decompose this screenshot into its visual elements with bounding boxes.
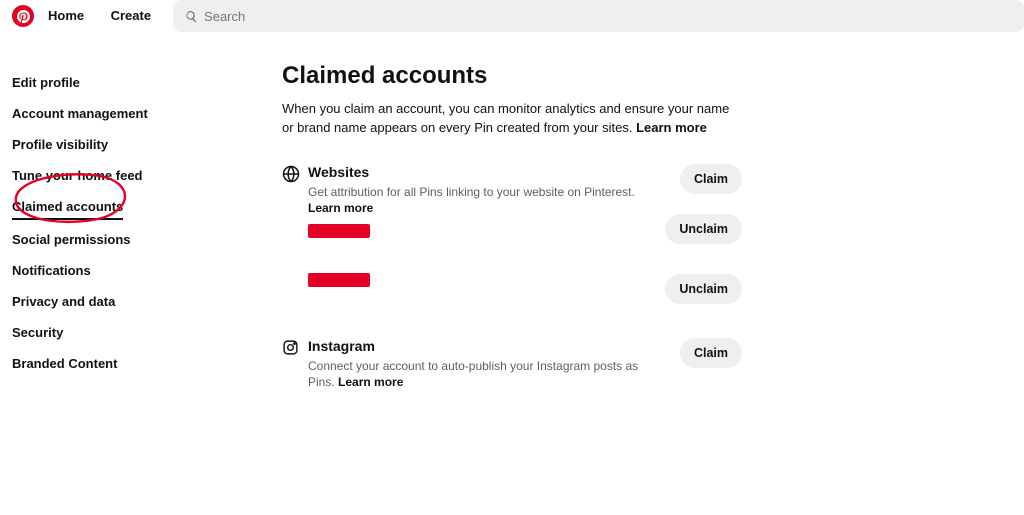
instagram-learn-more-link[interactable]: Learn more — [338, 375, 403, 389]
websites-text: Get attribution for all Pins linking to … — [308, 184, 652, 218]
page-description: When you claim an account, you can monit… — [282, 100, 742, 138]
section-instagram: Instagram Connect your account to auto-p… — [282, 338, 742, 392]
pinterest-logo-icon[interactable] — [12, 5, 34, 27]
section-websites: Websites Get attribution for all Pins li… — [282, 164, 742, 304]
sidebar-item-edit-profile[interactable]: Edit profile — [12, 67, 80, 98]
globe-icon — [282, 164, 308, 304]
sidebar-item-privacy-data[interactable]: Privacy and data — [12, 286, 115, 317]
sidebar-item-branded-content[interactable]: Branded Content — [12, 348, 117, 379]
learn-more-link[interactable]: Learn more — [636, 120, 707, 135]
sidebar-item-account-management[interactable]: Account management — [12, 98, 148, 129]
sidebar-item-tune-home-feed[interactable]: Tune your home feed — [12, 160, 143, 191]
redacted-text — [308, 227, 370, 235]
websites-title: Websites — [308, 164, 652, 180]
unclaim-button[interactable]: Unclaim — [665, 274, 742, 304]
sidebar-item-social-permissions[interactable]: Social permissions — [12, 224, 131, 255]
claim-button[interactable]: Claim — [680, 164, 742, 194]
settings-sidebar: Edit profile Account management Profile … — [12, 62, 282, 425]
sidebar-item-profile-visibility[interactable]: Profile visibility — [12, 129, 108, 160]
claim-button[interactable]: Claim — [680, 338, 742, 368]
sidebar-item-security[interactable]: Security — [12, 317, 63, 348]
search-icon — [185, 10, 198, 23]
websites-learn-more-link[interactable]: Learn more — [308, 201, 373, 215]
instagram-title: Instagram — [308, 338, 652, 354]
instagram-text: Connect your account to auto-publish you… — [308, 358, 652, 392]
sidebar-item-claimed-accounts[interactable]: Claimed accounts — [12, 191, 123, 220]
search-bar[interactable] — [173, 0, 1024, 32]
search-input[interactable] — [204, 9, 1012, 24]
sidebar-item-notifications[interactable]: Notifications — [12, 255, 91, 286]
page-title: Claimed accounts — [282, 62, 742, 90]
instagram-icon — [282, 338, 308, 392]
unclaim-button[interactable]: Unclaim — [665, 214, 742, 244]
nav-home[interactable]: Home — [48, 8, 84, 23]
nav-create[interactable]: Create — [111, 8, 151, 23]
main-content: Claimed accounts When you claim an accou… — [282, 62, 742, 425]
redacted-text — [308, 276, 370, 284]
